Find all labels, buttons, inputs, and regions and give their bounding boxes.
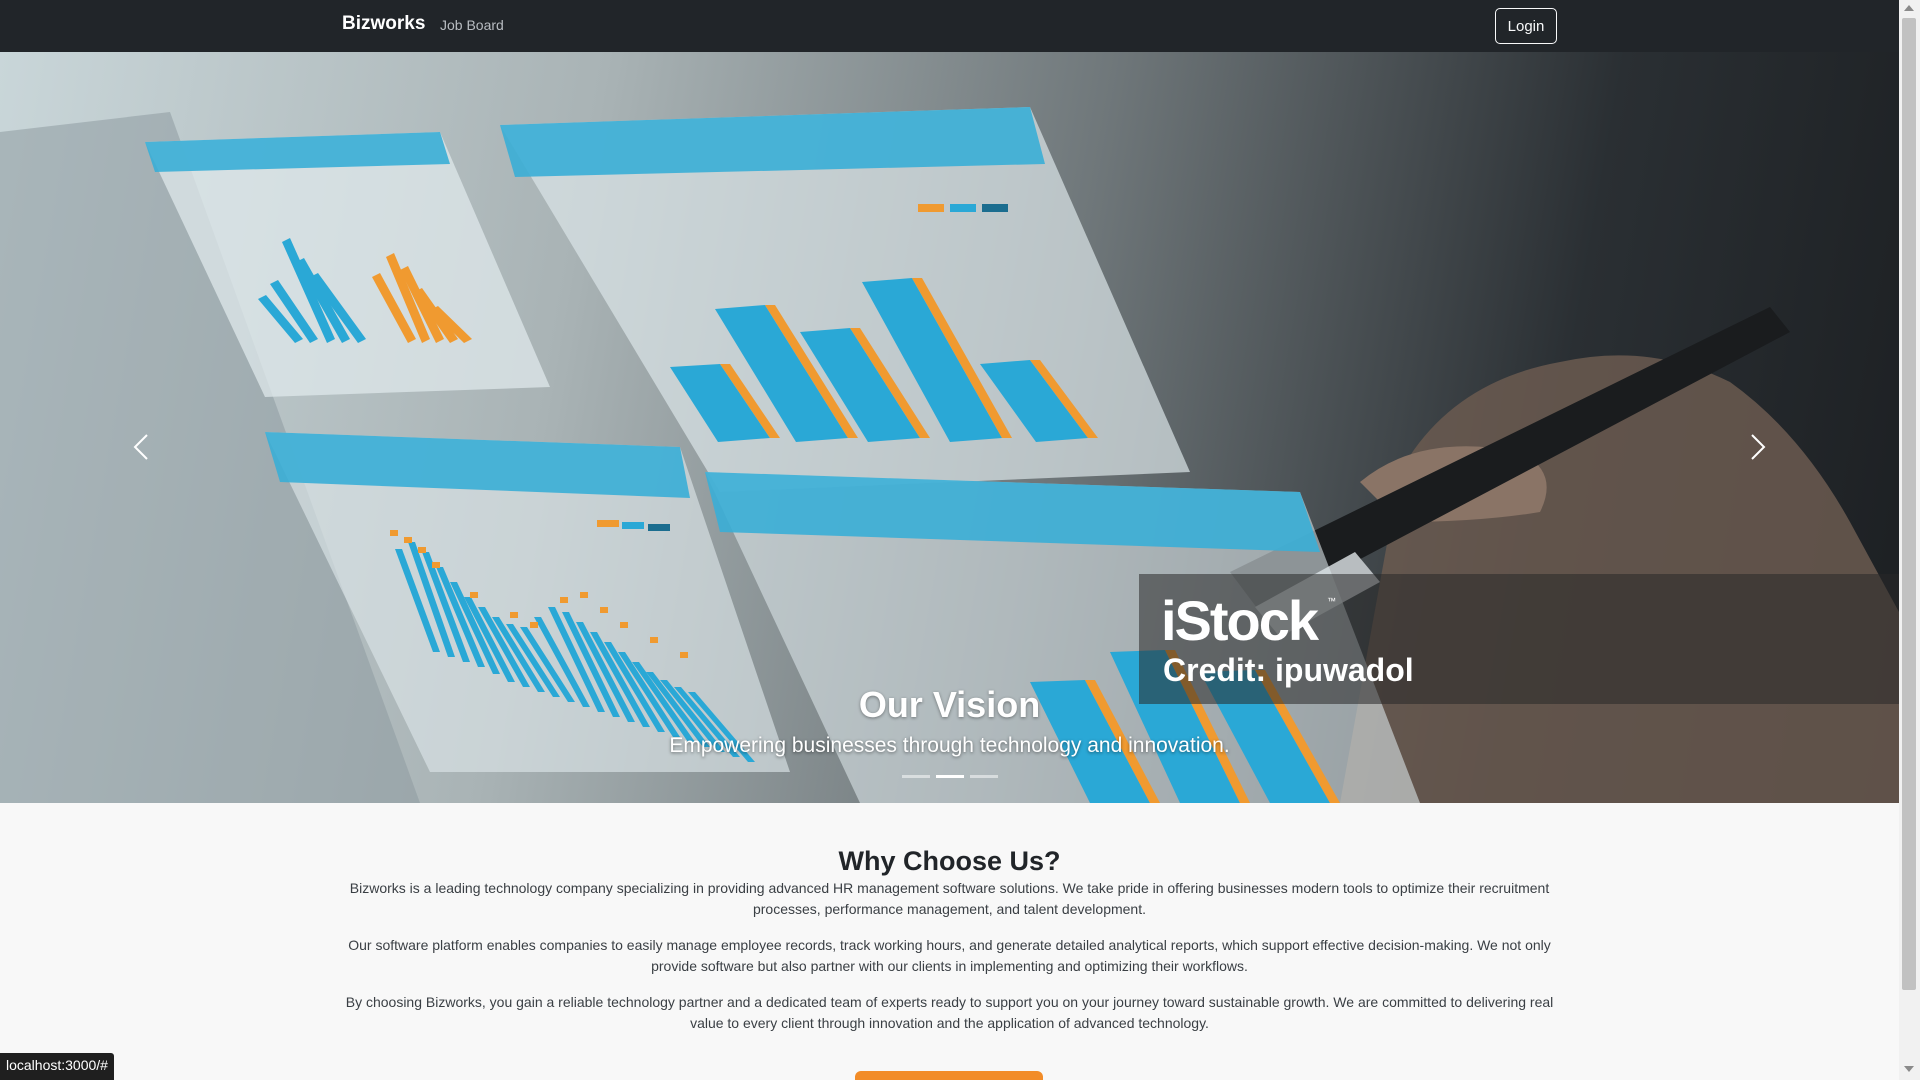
- istock-logo: iStock: [1161, 589, 1319, 652]
- carousel-indicator-1[interactable]: [901, 775, 930, 778]
- cta-button[interactable]: [855, 1071, 1043, 1080]
- carousel-prev-button[interactable]: [122, 427, 162, 467]
- chevron-right-icon: [1751, 434, 1766, 460]
- top-navbar: Bizworks Job Board Login: [0, 0, 1899, 52]
- scroll-down-arrow-icon[interactable]: [1904, 1066, 1914, 1072]
- carousel-next-button[interactable]: [1737, 427, 1777, 467]
- hero-carousel: iStock ™ Credit: ipuwadol Our Vision Emp…: [0, 52, 1899, 803]
- status-bar-url: localhost:3000/#: [0, 1053, 114, 1080]
- carousel-caption: Our Vision Empowering businesses through…: [0, 684, 1899, 758]
- scrollbar-thumb[interactable]: [1902, 18, 1916, 990]
- intro-paragraph-2: Our software platform enables companies …: [348, 937, 1551, 974]
- nav-link-job-board[interactable]: Job Board: [440, 17, 504, 33]
- login-button[interactable]: Login: [1495, 8, 1557, 44]
- carousel-indicators: [0, 775, 1899, 778]
- caption-title: Our Vision: [858, 684, 1041, 725]
- page-scrollbar[interactable]: [1899, 0, 1920, 1080]
- carousel-indicator-2[interactable]: [935, 775, 964, 778]
- intro-paragraph-3: By choosing Bizworks, you gain a reliabl…: [345, 994, 1554, 1031]
- section-title: Why Choose Us?: [838, 846, 1061, 876]
- dashboard-panel-2: [500, 107, 1190, 492]
- intro-paragraph-1: Bizworks is a leading technology company…: [349, 880, 1550, 917]
- trademark-symbol: ™: [1327, 596, 1336, 606]
- scroll-up-arrow-icon[interactable]: [1904, 5, 1914, 11]
- chevron-left-icon: [133, 434, 148, 460]
- caption-subtitle: Empowering businesses through technology…: [669, 734, 1230, 757]
- carousel-indicator-3[interactable]: [969, 775, 998, 778]
- why-choose-us-section: Why Choose Us? Bizworks is a leading tec…: [0, 803, 1899, 1080]
- brand-logo-link[interactable]: Bizworks: [342, 13, 425, 35]
